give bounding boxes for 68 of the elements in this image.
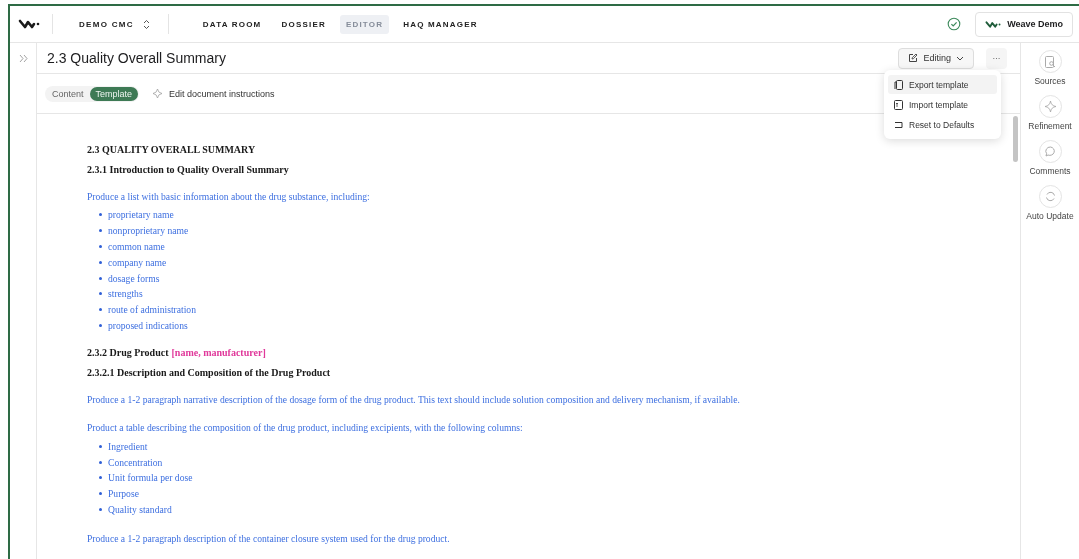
list-item: Purpose — [108, 488, 139, 500]
list-item: proprietary name — [108, 209, 174, 221]
bullet-icon — [99, 323, 102, 327]
sparkle-icon — [153, 89, 163, 98]
bullet-icon — [99, 245, 102, 248]
section-heading: 2.3 QUALITY OVERALL SUMMARY — [87, 144, 257, 155]
template-instruction: Product a table describing the composition of the drug product, including excipients, with the following columns: — [87, 422, 524, 435]
nav-tab[interactable]: DOSSIER — [275, 14, 332, 34]
list-item: strengths — [108, 288, 143, 300]
nav-tab[interactable]: HAQ MANAGER — [397, 14, 484, 34]
bullet-icon — [99, 229, 102, 233]
bullet-icon — [99, 213, 102, 217]
template-instruction: Produce a list with basic information about the drug substance, including: — [87, 191, 371, 203]
more-button[interactable]: ··· — [986, 47, 1007, 69]
list-item: proposed indications — [108, 319, 188, 331]
list-item: route of administration — [108, 304, 196, 316]
side-panel-button[interactable]: Auto Update — [1021, 185, 1079, 222]
menu-item[interactable]: Import template — [888, 95, 997, 114]
bullet-icon — [99, 292, 102, 296]
list-item: nonproprietary name — [108, 225, 189, 237]
menu-item[interactable]: Export template — [888, 75, 997, 94]
list-item: Concentration — [108, 456, 163, 468]
list-item: company name — [108, 256, 167, 268]
copy-icon — [894, 79, 903, 90]
list-item: Quality standard — [108, 503, 172, 515]
chevron-down-icon — [956, 55, 964, 61]
section-heading: 2.3.2.1 Description and Composition of the Drug Product — [87, 367, 332, 379]
template-instruction: Produce a 1-2 paragraph description of the container closure system used for the drug product. — [87, 533, 451, 546]
edit-icon — [908, 53, 919, 63]
logo-icon — [985, 19, 1002, 29]
menu-item[interactable]: Reset to Defaults — [888, 115, 997, 134]
list-item: Ingredient — [108, 440, 148, 452]
template-instruction: Produce a 1-2 paragraph narrative description of the dosage form of the drug product. This text should include solution composition and delivery mechanism, if available. — [87, 394, 741, 407]
bullet-icon — [99, 460, 102, 464]
project-selector[interactable]: DEMO CMC — [57, 18, 164, 30]
side-panel-button[interactable]: Comments — [1021, 140, 1079, 177]
bullet-icon — [99, 308, 102, 312]
editing-mode-button[interactable]: Editing — [898, 47, 974, 69]
section-heading: 2.3.1 Introduction to Quality Overall Summary — [87, 164, 290, 175]
bullet-icon — [99, 260, 102, 264]
refresh-icon — [1044, 191, 1056, 202]
view-tab[interactable]: Template — [89, 86, 139, 101]
chevron-updown-icon — [142, 18, 150, 30]
list-item: Unit formula per dose — [108, 472, 193, 484]
document-search-icon — [1044, 55, 1056, 68]
side-panel-button[interactable]: Refinement — [1021, 95, 1079, 132]
edit-instructions-link[interactable]: Edit document instructions — [153, 88, 275, 99]
comment-icon — [1044, 146, 1056, 157]
bullet-icon — [99, 444, 102, 448]
section-heading: 2.3.2 Drug Product [name, manufacturer] — [87, 347, 267, 359]
expand-sidebar-icon[interactable] — [18, 54, 28, 63]
list-item: dosage forms — [108, 272, 160, 284]
side-panel-button[interactable]: Sources — [1021, 50, 1079, 87]
bullet-icon — [99, 492, 102, 496]
nav-tab[interactable]: DATA ROOM — [196, 14, 268, 34]
document-title: 2.3 Quality Overall Summary — [47, 50, 226, 66]
sparkle-icon — [1044, 101, 1056, 112]
bullet-icon — [99, 476, 102, 480]
return-icon — [894, 120, 903, 129]
bullet-icon — [99, 276, 102, 280]
sync-check-icon — [947, 17, 962, 31]
scrollbar-thumb[interactable] — [1013, 116, 1018, 162]
document-icon — [894, 99, 903, 110]
list-item: common name — [108, 241, 165, 252]
logo-icon — [18, 18, 40, 30]
account-button[interactable]: Weave Demo — [975, 11, 1073, 37]
bullet-icon — [99, 507, 102, 511]
view-tab[interactable]: Content — [46, 86, 90, 101]
